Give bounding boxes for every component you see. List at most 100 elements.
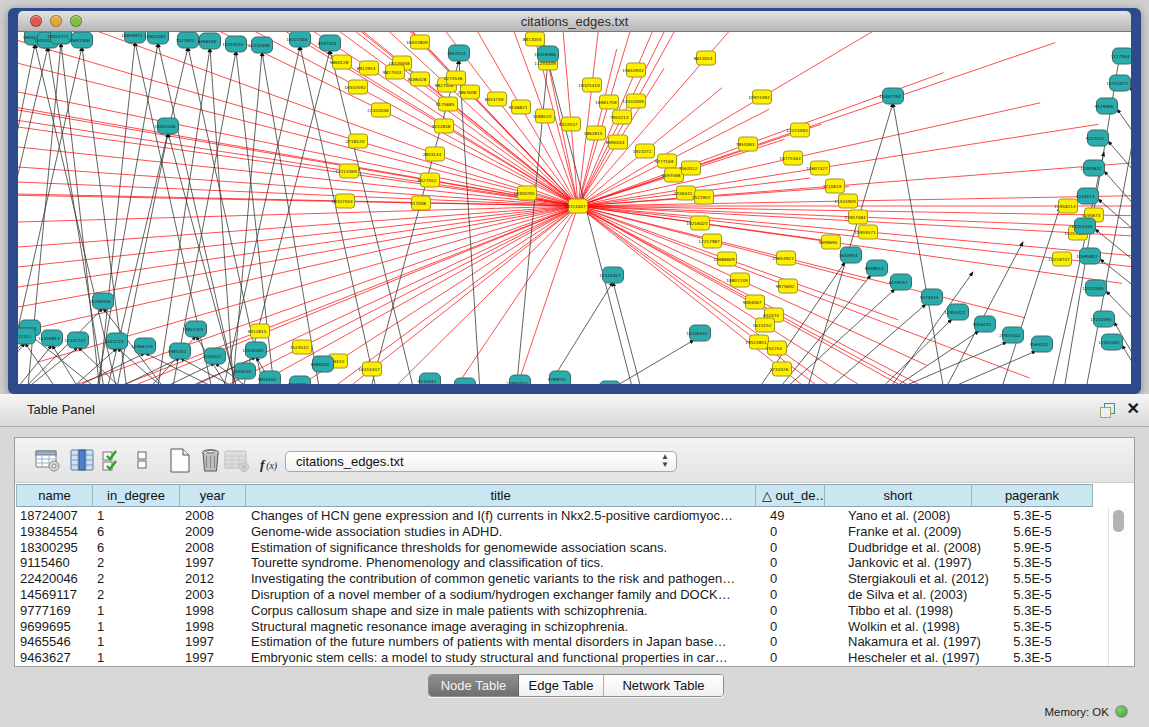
table-row[interactable]: 977716911998Corpus callosum shape and si…: [15, 603, 1132, 619]
graph-edge-red[interactable]: [578, 43, 1055, 206]
graph-node-label: 19055721: [47, 34, 69, 39]
graph-edge-red[interactable]: [578, 206, 1025, 318]
graph-node-label: 1024502: [288, 382, 307, 384]
import-table-icon[interactable]: [223, 447, 250, 474]
table-row[interactable]: 1456911722003Disruption of a novel membe…: [15, 587, 1132, 603]
graph-edge-black[interactable]: [1053, 152, 1104, 384]
column-header-year[interactable]: year: [180, 484, 246, 507]
graph-edge-red[interactable]: [18, 117, 578, 206]
table-row[interactable]: 946362711997Embryonic stem cells: a mode…: [15, 650, 1132, 666]
graph-edge-black[interactable]: [1108, 141, 1131, 208]
graph-edge-red[interactable]: [518, 206, 578, 384]
graph-node-label: 1733426: [770, 367, 789, 372]
vertical-scrollbar[interactable]: [1108, 508, 1129, 666]
graph-edge-red[interactable]: [18, 206, 578, 247]
graph-edge-black[interactable]: [18, 308, 103, 384]
graph-edge-red[interactable]: [18, 92, 578, 206]
graph-edge-red[interactable]: [18, 206, 578, 332]
column-header-name[interactable]: name: [16, 484, 93, 507]
table-row[interactable]: 946554611997Estimation of the future num…: [15, 634, 1132, 650]
graph-node-label: 8086402: [311, 362, 330, 367]
scrollbar-thumb[interactable]: [1113, 510, 1124, 532]
tab-node-table[interactable]: Node Table: [429, 675, 519, 696]
graph-edge-red[interactable]: [18, 206, 578, 307]
cell-5: Nakamura et al. (1997): [825, 634, 972, 650]
column-header-short[interactable]: short: [825, 484, 972, 507]
graph-node-label: 10240502: [242, 348, 264, 353]
graph-edge-black[interactable]: [330, 50, 414, 384]
graph-edge-red[interactable]: [458, 206, 578, 384]
column-header-title[interactable]: title: [246, 484, 756, 507]
graph-edge-red[interactable]: [578, 32, 601, 206]
graph-edge-black[interactable]: [300, 46, 377, 384]
graph-node-label: 9484067: [743, 300, 762, 305]
graph-edge-red[interactable]: [578, 206, 1030, 378]
graph-edge-black[interactable]: [885, 342, 1007, 384]
graph-edge-red[interactable]: [18, 206, 578, 267]
graph-edge-red[interactable]: [578, 206, 850, 384]
graph-edge-red[interactable]: [170, 32, 578, 206]
graph-edge-black[interactable]: [1130, 86, 1131, 160]
graph-node-label: 10595822: [1076, 254, 1098, 259]
table-settings-icon[interactable]: [34, 447, 61, 474]
cell-4: 0: [756, 587, 825, 603]
graph-edge-red[interactable]: [18, 206, 578, 222]
graph-edge-black[interactable]: [1117, 109, 1131, 179]
column-header-out_de[interactable]: △ out_de…: [756, 484, 825, 507]
tab-edge-table[interactable]: Edge Table: [519, 675, 604, 696]
graph-node-label: 8813054: [523, 37, 542, 42]
cell-2: 1997: [180, 634, 246, 650]
graph-edge-red[interactable]: [258, 206, 578, 384]
graph-node-label: 16221004: [286, 37, 308, 42]
graph-edge-red[interactable]: [18, 33, 578, 206]
graph-edge-red[interactable]: [398, 206, 578, 384]
graph-node-label: 9133441: [418, 379, 437, 384]
graph-node-label: 2718120: [346, 139, 365, 144]
table-column-icon[interactable]: [69, 447, 96, 474]
table-row[interactable]: 1938455462009Genome-wide association stu…: [15, 524, 1132, 540]
table-row[interactable]: 911546021997Tourette syndrome. Phenomeno…: [15, 555, 1132, 571]
float-panel-icon[interactable]: [1100, 403, 1115, 418]
graph-node-label: 1117364: [1111, 54, 1130, 59]
graph-edge-red[interactable]: [18, 110, 578, 206]
select-columns-icon[interactable]: [100, 447, 127, 474]
graph-node-label: 19218586: [534, 52, 556, 57]
table-row[interactable]: 969969511998Structural magnetic resonanc…: [15, 619, 1132, 635]
graph-edge-black[interactable]: [1098, 199, 1131, 257]
graph-edge-black[interactable]: [18, 343, 25, 384]
table-panel-title: Table Panel: [27, 394, 95, 426]
graph-node-label: 9565012: [1030, 342, 1049, 347]
new-table-icon[interactable]: [166, 447, 193, 474]
graph-edge-black[interactable]: [1122, 345, 1131, 384]
row-height-icon[interactable]: [129, 447, 156, 474]
graph-node-label: 9789041: [548, 377, 567, 382]
column-header-pagerank[interactable]: pagerank: [972, 484, 1093, 507]
graph-edge-red[interactable]: [578, 124, 1098, 206]
table-row[interactable]: 1872400712008Changes of HCN gene express…: [15, 508, 1132, 524]
graph-edge-black[interactable]: [62, 353, 145, 384]
graph-edge-black[interactable]: [875, 319, 952, 384]
graph-edge-red[interactable]: [18, 57, 578, 206]
window-titlebar[interactable]: citations_edges.txt: [18, 11, 1131, 32]
network-canvas[interactable]: 1872400798601288912954182260589827503818…: [18, 32, 1131, 384]
graph-node[interactable]: [600, 381, 621, 384]
network-table-select[interactable]: citations_edges.txt ▲▼: [285, 451, 677, 472]
graph-edge-black[interactable]: [459, 60, 480, 384]
graph-edge-red[interactable]: [463, 32, 578, 206]
graph-edge-red[interactable]: [18, 206, 578, 287]
graph-node-label: 9227341: [1086, 136, 1105, 141]
cell-4: 0: [756, 634, 825, 650]
graph-edge-black[interactable]: [1003, 207, 1060, 384]
tab-network-table[interactable]: Network Table: [604, 675, 723, 696]
close-panel-icon[interactable]: ✕: [1127, 399, 1140, 418]
graph-node-label: 1985201: [168, 349, 187, 354]
graph-edge-black[interactable]: [1114, 322, 1131, 384]
table-row[interactable]: 1830029562008Estimation of significance …: [15, 540, 1132, 556]
graph-edge-black[interactable]: [18, 347, 78, 384]
table-row[interactable]: 2242004622012Investigating the contribut…: [15, 571, 1132, 587]
graph-edge-black[interactable]: [542, 282, 613, 384]
graph-edge-black[interactable]: [588, 340, 694, 384]
function-builder-icon[interactable]: f(x): [259, 451, 286, 478]
delete-table-icon[interactable]: [197, 447, 224, 474]
column-header-in_degree[interactable]: in_degree: [93, 484, 180, 507]
